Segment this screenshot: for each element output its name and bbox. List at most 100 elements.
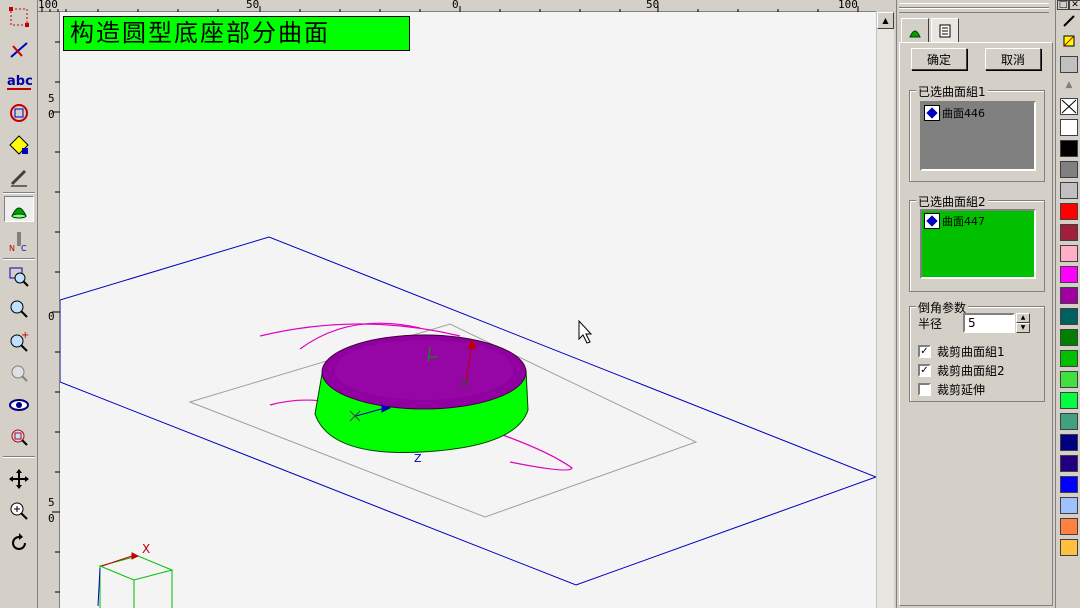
cancel-button[interactable]: 取消	[985, 48, 1041, 70]
checkbox-trim-1[interactable]: ✓	[918, 345, 931, 358]
swatch-current[interactable]	[1060, 56, 1078, 73]
radius-input[interactable]: 5	[963, 313, 1015, 333]
cad-viewport[interactable]: Z X 构造圆型底座部分曲面	[60, 12, 876, 608]
list-item[interactable]: 曲面446	[924, 105, 985, 121]
surface-name: 曲面447	[942, 215, 985, 228]
color-swatch[interactable]	[1060, 182, 1078, 199]
list-item[interactable]: 曲面447	[924, 213, 985, 229]
check-row[interactable]: ✓ 裁剪曲面組2	[918, 362, 1005, 379]
document-icon	[939, 24, 951, 38]
view-eye-icon[interactable]	[4, 392, 34, 418]
tab-properties[interactable]	[931, 18, 959, 43]
ruler-top-label: 50	[646, 0, 660, 11]
restore-icon[interactable]: □	[1057, 0, 1069, 10]
brush-icon[interactable]	[1059, 32, 1079, 49]
color-swatch[interactable]	[1060, 119, 1078, 136]
check-label: 裁剪曲面組1	[937, 345, 1005, 359]
model-canvas[interactable]: Z X	[60, 12, 876, 608]
color-swatch[interactable]	[1060, 434, 1078, 451]
color-swatch[interactable]	[1060, 476, 1078, 493]
color-swatch[interactable]	[1060, 329, 1078, 346]
color-swatch[interactable]	[1060, 497, 1078, 514]
svg-text:Z: Z	[414, 452, 422, 465]
pencil-icon[interactable]	[1059, 12, 1079, 29]
zoom-realtime-icon[interactable]	[4, 498, 34, 524]
shape-edit-icon[interactable]	[4, 132, 34, 158]
svg-text:C: C	[21, 244, 27, 252]
swatch-none[interactable]	[1060, 98, 1078, 115]
select-box-icon[interactable]	[4, 4, 34, 30]
surface-list-2[interactable]: 曲面447	[920, 209, 1036, 279]
color-swatch[interactable]	[1060, 245, 1078, 262]
check-row[interactable]: 裁剪延伸	[918, 381, 985, 398]
zoom-out-icon[interactable]	[4, 296, 34, 322]
color-swatch[interactable]	[1060, 413, 1078, 430]
line-tool-icon[interactable]	[4, 36, 34, 62]
ruler-top: 100 50 0 50 100 mm	[38, 0, 876, 24]
ruler-left-label: 0	[48, 108, 55, 121]
ruler-left-label: 0	[48, 310, 55, 323]
surface-icon	[924, 105, 940, 121]
ruler-top-label: 0	[452, 0, 459, 11]
surface-name: 曲面446	[942, 107, 985, 120]
checkbox-trim-2[interactable]: ✓	[918, 364, 931, 377]
radius-spinner[interactable]: ▲ ▼	[1016, 313, 1030, 333]
color-swatch[interactable]	[1060, 224, 1078, 241]
app-window: abc NC + 100 50 0 50 100 5 0 0 5 0 Z X 构…	[0, 0, 1080, 608]
color-swatch[interactable]	[1060, 539, 1078, 556]
surface-group-2: 已选曲面組2 曲面447	[909, 193, 1045, 292]
check-label: 裁剪曲面組2	[937, 364, 1005, 378]
color-swatch[interactable]	[1060, 203, 1078, 220]
ok-button[interactable]: 确定	[911, 48, 967, 70]
mouse-cursor-icon	[578, 319, 593, 344]
vertical-scrollbar[interactable]: ▲	[876, 12, 894, 608]
color-swatch[interactable]	[1060, 287, 1078, 304]
color-swatch[interactable]	[1060, 140, 1078, 157]
text-abc-icon[interactable]: abc	[4, 68, 34, 94]
radius-row: 半径 5 ▲ ▼	[918, 313, 1030, 333]
property-panel: 确定 取消 已选曲面組1 曲面446 已选曲面組2 曲面447 倒角参数 半径 …	[896, 0, 1054, 608]
svg-text:X: X	[142, 542, 150, 556]
surface-list-1[interactable]: 曲面446	[920, 101, 1036, 171]
zoom-in-icon[interactable]: +	[4, 328, 34, 354]
circle-tool-icon[interactable]	[4, 100, 34, 126]
svg-text:+: +	[21, 330, 29, 341]
color-swatch[interactable]	[1060, 266, 1078, 283]
surface-icon[interactable]	[4, 196, 34, 222]
color-swatch[interactable]	[1060, 350, 1078, 367]
color-swatch[interactable]	[1060, 161, 1078, 178]
left-toolbar: abc NC +	[0, 0, 38, 608]
color-swatch[interactable]	[1060, 455, 1078, 472]
group1-title: 已选曲面組1	[916, 83, 988, 100]
svg-text:N: N	[9, 244, 15, 252]
spin-down-icon[interactable]: ▼	[1016, 323, 1030, 333]
scroll-up-icon[interactable]: ▲	[1059, 76, 1079, 93]
check-row[interactable]: ✓ 裁剪曲面組1	[918, 343, 1005, 360]
axis-gizmo-icon	[98, 555, 174, 608]
rotate-icon[interactable]	[4, 530, 34, 556]
close-icon[interactable]: ✕	[1069, 0, 1080, 10]
tree-icon	[909, 30, 921, 37]
svg-text:abc: abc	[7, 74, 32, 89]
tab-tree[interactable]	[901, 18, 929, 42]
color-swatch[interactable]	[1060, 371, 1078, 388]
panel-tabs	[901, 18, 961, 43]
check-label: 裁剪延伸	[937, 383, 986, 397]
color-swatch[interactable]	[1060, 518, 1078, 535]
pen-icon[interactable]	[4, 164, 34, 190]
radius-label: 半径	[918, 316, 943, 331]
surface-icon	[924, 213, 940, 229]
color-swatch[interactable]	[1060, 308, 1078, 325]
zoom-prev-icon[interactable]	[4, 360, 34, 386]
zoom-fit-icon[interactable]	[4, 424, 34, 450]
nc-icon[interactable]: NC	[4, 228, 34, 254]
checkbox-trim-extend[interactable]	[918, 383, 931, 396]
spin-up-icon[interactable]: ▲	[1016, 313, 1030, 323]
fillet-params-group: 倒角参数 半径 5 ▲ ▼ ✓ 裁剪曲面組1 ✓ 裁剪曲面組2 裁剪延伸	[909, 299, 1045, 402]
ruler-left-label: 5	[48, 496, 55, 509]
zoom-window-icon[interactable]	[4, 264, 34, 290]
color-swatch[interactable]	[1060, 392, 1078, 409]
pan-icon[interactable]	[4, 466, 34, 492]
ruler-top-label: 100	[38, 0, 58, 11]
scroll-up-icon[interactable]: ▲	[877, 12, 894, 29]
